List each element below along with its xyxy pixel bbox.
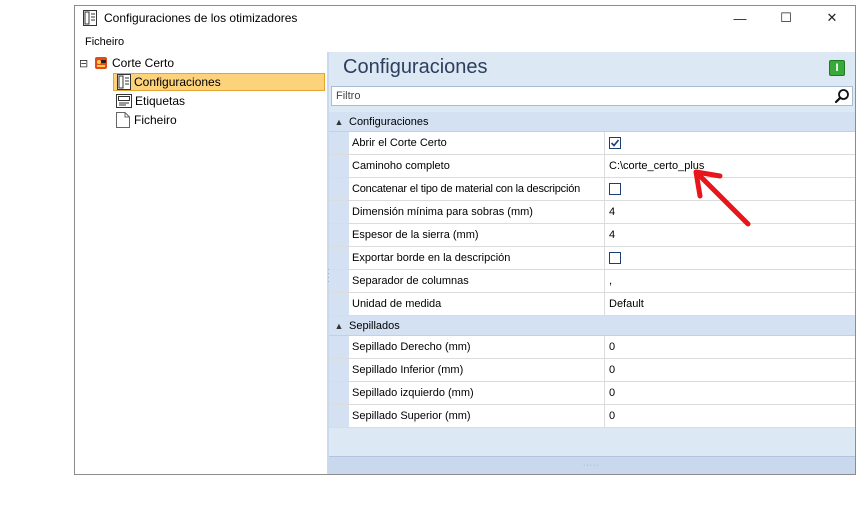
property-value[interactable] — [605, 132, 855, 154]
property-value[interactable]: Default — [605, 293, 855, 315]
resize-grip-icon[interactable]: ····· — [583, 462, 600, 469]
property-name: Dimensión mínima para sobras (mm) — [349, 201, 605, 223]
property-row[interactable]: Caminoho completo C:\corte_certo_plus — [329, 155, 855, 178]
property-row[interactable]: Concatenar el tipo de material con la de… — [329, 178, 855, 201]
app-logo-icon — [95, 57, 107, 69]
window-title: Configuraciones de los otimizadores — [104, 11, 298, 25]
vertical-grip-icon[interactable]: · · · · — [327, 266, 330, 286]
checkbox-exportar-borde[interactable] — [609, 252, 621, 264]
property-name: Caminoho completo — [349, 155, 605, 177]
property-value[interactable]: 0 — [605, 336, 855, 358]
property-name: Exportar borde en la descripción — [349, 247, 605, 269]
info-button[interactable]: I — [829, 60, 845, 76]
settings-app-icon — [83, 10, 97, 26]
tree-root-label: Corte Certo — [112, 56, 175, 70]
panel-title: Configuraciones — [343, 56, 488, 78]
filter-box — [331, 86, 853, 106]
property-row[interactable]: Sepillado izquierdo (mm) 0 — [329, 382, 855, 405]
property-row[interactable]: Unidad de medida Default — [329, 293, 855, 316]
property-grid: ▲ Configuraciones Abrir el Corte Certo C… — [329, 112, 855, 428]
menu-bar: Ficheiro — [75, 30, 855, 52]
navigation-tree: ⊟ Corte Certo Configuraciones Etiquetas … — [75, 52, 327, 474]
annotation-arrow-icon — [693, 169, 751, 227]
property-row[interactable]: Exportar borde en la descripción — [329, 247, 855, 270]
property-value[interactable]: 0 — [605, 405, 855, 427]
file-icon — [116, 112, 130, 128]
property-row[interactable]: Dimensión mínima para sobras (mm) 4 — [329, 201, 855, 224]
property-row[interactable]: Sepillado Inferior (mm) 0 — [329, 359, 855, 382]
tree-item-ficheiro[interactable]: Ficheiro — [116, 111, 177, 129]
search-icon[interactable] — [834, 88, 850, 104]
property-row[interactable]: Abrir el Corte Certo — [329, 132, 855, 155]
config-icon — [117, 74, 131, 90]
property-row[interactable]: Sepillado Superior (mm) 0 — [329, 405, 855, 428]
close-button[interactable]: ✕ — [809, 6, 855, 30]
property-row[interactable]: Espesor de la sierra (mm) 4 — [329, 224, 855, 247]
menu-ficheiro[interactable]: Ficheiro — [85, 36, 124, 48]
title-bar[interactable]: Configuraciones de los otimizadores — ☐ … — [75, 6, 855, 30]
property-name: Sepillado Superior (mm) — [349, 405, 605, 427]
tree-item-etiquetas[interactable]: Etiquetas — [116, 92, 185, 110]
tree-item-label: Ficheiro — [134, 113, 177, 127]
category-sepillados[interactable]: ▲ Sepillados — [329, 316, 855, 336]
property-name: Sepillado Derecho (mm) — [349, 336, 605, 358]
description-panel-bar[interactable]: ····· — [329, 456, 855, 474]
settings-window: Configuraciones de los otimizadores — ☐ … — [74, 5, 856, 475]
tree-root-corte-certo[interactable]: ⊟ Corte Certo — [79, 54, 174, 72]
tree-item-configuraciones[interactable]: Configuraciones — [113, 73, 325, 91]
maximize-button[interactable]: ☐ — [763, 6, 809, 30]
property-name: Separador de columnas — [349, 270, 605, 292]
category-label: Sepillados — [349, 319, 400, 332]
checkbox-abrir-corte-certo[interactable] — [609, 137, 621, 149]
collapse-chevron-icon[interactable]: ▲ — [329, 117, 349, 127]
category-configuraciones[interactable]: ▲ Configuraciones — [329, 112, 855, 132]
property-name: Abrir el Corte Certo — [349, 132, 605, 154]
property-row[interactable]: Separador de columnas , — [329, 270, 855, 293]
category-label: Configuraciones — [349, 115, 429, 128]
property-value[interactable]: , — [605, 270, 855, 292]
tree-item-label: Etiquetas — [135, 94, 186, 108]
checkmark-icon — [610, 139, 620, 147]
property-value[interactable]: 0 — [605, 359, 855, 381]
property-name: Concatenar el tipo de material con la de… — [349, 178, 605, 200]
property-name: Espesor de la sierra (mm) — [349, 224, 605, 246]
label-icon — [116, 94, 132, 108]
property-name: Sepillado izquierdo (mm) — [349, 382, 605, 404]
collapse-chevron-icon[interactable]: ▲ — [329, 321, 349, 331]
properties-panel: Configuraciones I ▲ Configuraciones Abri… — [329, 52, 855, 474]
property-value[interactable] — [605, 247, 855, 269]
minimize-button[interactable]: — — [717, 6, 763, 30]
property-name: Sepillado Inferior (mm) — [349, 359, 605, 381]
property-row[interactable]: Sepillado Derecho (mm) 0 — [329, 336, 855, 359]
collapse-icon[interactable]: ⊟ — [79, 57, 93, 70]
checkbox-concatenar-material[interactable] — [609, 183, 621, 195]
property-name: Unidad de medida — [349, 293, 605, 315]
tree-item-label: Configuraciones — [134, 75, 221, 89]
property-value[interactable]: 0 — [605, 382, 855, 404]
filter-input[interactable] — [332, 87, 822, 105]
